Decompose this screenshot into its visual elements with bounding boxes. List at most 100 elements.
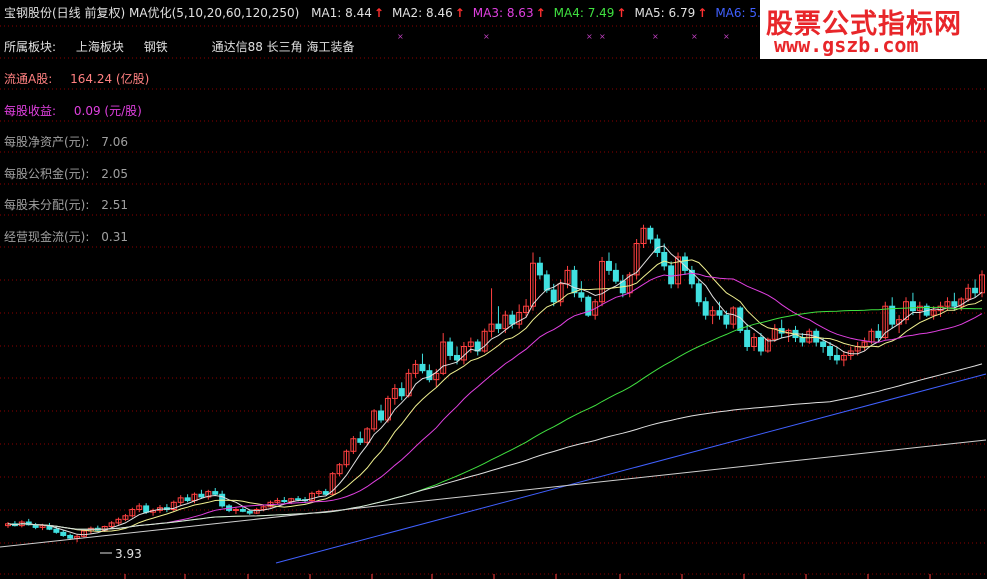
up-arrow-icon: ↑ [535, 6, 546, 20]
ma-value: 8.46 [426, 6, 453, 20]
candle-down [60, 531, 67, 536]
ma6-trend-line [275, 373, 987, 564]
ma-item-2: MA2: 8.46 ↑ [392, 6, 465, 20]
candle-down [578, 292, 585, 298]
candle-down [571, 269, 578, 294]
up-arrow-icon: ↑ [373, 6, 384, 20]
up-arrow-icon: ↑ [697, 6, 708, 20]
candle-down [281, 500, 288, 503]
low-price-label: 3.93 [115, 547, 142, 561]
candle-up [232, 508, 239, 511]
cashflow-value: 0.31 [101, 230, 128, 244]
ma-label: MA1: [311, 6, 346, 20]
candle-down [799, 337, 806, 343]
long-trend-line [0, 439, 987, 548]
capital-reserve-label: 每股公积金(元): [4, 167, 90, 181]
marker-cross: × [483, 32, 490, 41]
candle-down [875, 330, 882, 339]
candle-down [612, 269, 619, 282]
candle-down [716, 310, 723, 316]
ma-item-3: MA3: 8.63 ↑ [473, 6, 546, 20]
nav-row: 每股净资产(元): 7.06 [4, 133, 128, 150]
candle-down [695, 283, 702, 303]
sector-value-2: 钢铁 [143, 40, 168, 54]
candle-down [536, 262, 543, 276]
ma-value: 8.44 [345, 6, 372, 20]
candle-down [647, 227, 654, 240]
chart-window[interactable]: × × × × × × × 宝钢股份(日线 前复权) MA优化(5,10,20,60,120… [0, 0, 987, 579]
capital-reserve-row: 每股公积金(元): 2.05 [4, 165, 128, 182]
candle-down [605, 260, 612, 271]
candle-down [495, 323, 502, 330]
candle-down [668, 265, 675, 285]
candle-down [67, 534, 74, 539]
sector-row: 所属板块: 上海板块 钢铁 通达信88 长三角 海工装备 [4, 38, 354, 55]
sector-value-3: 通达信88 长三角 海工装备 [211, 40, 355, 54]
watermark: 股票公式指标网 www.gszb.com [760, 0, 987, 59]
ma-value: 6.79 [668, 6, 696, 20]
watermark-url: www.gszb.com [774, 33, 919, 57]
marker-cross: × [599, 32, 606, 41]
candle-down [723, 314, 730, 325]
marker-cross: × [723, 32, 730, 41]
candle-down [972, 287, 979, 294]
float-shares-label: 流通A股: [4, 72, 53, 86]
ma-label: MA6: [715, 6, 750, 20]
indicator-header: 宝钢股份(日线 前复权) MA优化(5,10,20,60,120,250) MA… [4, 4, 776, 21]
eps-value: 0.09 (元/股) [73, 104, 142, 118]
sector-label: 所属板块: [4, 40, 57, 54]
eps-row: 每股收益: 0.09 (元/股) [4, 102, 142, 119]
ma-label: MA3: [472, 6, 507, 20]
candle-down [295, 498, 302, 501]
candle-down [53, 528, 60, 533]
ma-value: 7.49 [587, 6, 615, 20]
candle-down [184, 497, 191, 502]
ma-label: MA2: [391, 6, 427, 20]
candle-down [143, 505, 150, 513]
float-shares-value: 164.24 (亿股) [70, 72, 150, 86]
ma-item-1: MA1: 8.44 ↑ [311, 6, 384, 20]
candle-down [744, 329, 751, 348]
stock-title: 宝钢股份(日线 前复权) [4, 6, 126, 20]
marker-cross: × [652, 32, 659, 41]
candle-down [198, 493, 205, 498]
candle-down [661, 251, 668, 267]
undistributed-row: 每股未分配(元): 2.51 [4, 196, 128, 213]
indicator-name: MA优化(5,10,20,60,120,250) [129, 6, 300, 20]
candle-down [239, 508, 246, 512]
ma-item-5: MA5: 6.79 ↑ [634, 6, 707, 20]
candle-down [378, 410, 385, 421]
up-arrow-icon: ↑ [616, 6, 627, 20]
candle-down [454, 354, 461, 361]
up-arrow-icon: ↑ [454, 6, 465, 20]
candle-down [820, 341, 827, 348]
candle-down [447, 341, 454, 356]
undistributed-label: 每股未分配(元): [4, 198, 90, 212]
ma-item-4: MA4: 7.49 ↑ [554, 6, 627, 20]
candle-down [419, 363, 426, 372]
capital-reserve-value: 2.05 [101, 167, 128, 181]
marker-cross: × [586, 32, 593, 41]
marker-cross: × [397, 32, 404, 41]
candle-down [702, 301, 709, 316]
ma-value: 8.63 [506, 6, 534, 20]
undistributed-value: 2.51 [101, 198, 128, 212]
candle-down [357, 438, 364, 443]
candle-down [322, 491, 329, 495]
candle-down [951, 301, 958, 307]
cashflow-label: 经营现金流(元): [4, 230, 90, 244]
candle-down [398, 388, 405, 397]
candle-down [833, 354, 840, 361]
ma2-line [7, 259, 983, 532]
sector-value-1: 上海板块 [75, 40, 124, 54]
candle-down [212, 491, 219, 495]
candle-down [246, 510, 253, 514]
ma1-line [7, 245, 983, 536]
candle-down [909, 301, 916, 312]
eps-label: 每股收益: [4, 104, 57, 118]
candle-down [543, 274, 550, 291]
cashflow-row: 经营现金流(元): 0.31 [4, 228, 128, 245]
candle-down [509, 314, 516, 325]
candle-down [827, 346, 834, 356]
candle-down [550, 289, 557, 303]
